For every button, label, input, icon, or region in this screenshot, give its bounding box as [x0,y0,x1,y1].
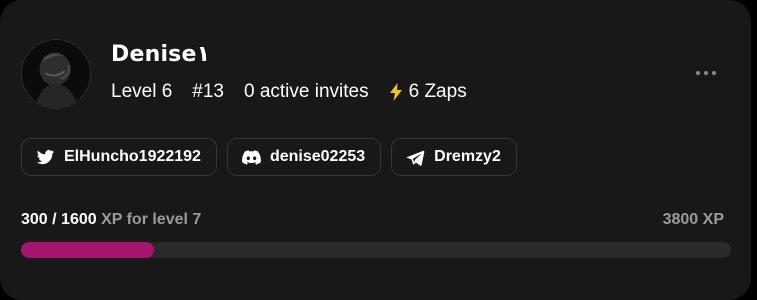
xp-total: 3800 XP [662,211,724,228]
level-text: Level 6 [111,81,173,102]
profile-card: Denise١ Level 6 #13 0 active invites 6 Z… [0,0,751,300]
xp-progress-bar [21,242,731,258]
twitter-icon [36,149,55,164]
zaps: 6 Zaps [389,81,487,103]
more-options-button[interactable] [690,62,722,84]
xp-progress-label: 300 / 1600 XP for level 7 [21,211,201,229]
xp-separator: / [47,211,62,228]
xp-current: 300 [21,211,48,228]
telegram-icon [406,150,425,166]
twitter-link[interactable]: ElHuncho1922192 [21,138,217,176]
invites-text: 0 active invites [243,81,369,102]
social-links: ElHuncho1922192 denise02253 Dremzy2 [21,138,527,176]
telegram-handle: Dremzy2 [434,148,501,165]
xp-suffix: XP for level 7 [96,211,202,228]
username: Denise١ [111,42,211,67]
discord-link[interactable]: denise02253 [226,138,382,176]
discord-handle: denise02253 [269,148,366,165]
twitter-handle: ElHuncho1922192 [64,148,201,165]
rank-text: #13 [192,81,224,102]
xp-target: 1600 [61,211,97,228]
zaps-text: 6 Zaps [408,81,467,102]
avatar[interactable] [21,39,91,109]
more-horizontal-icon [696,71,700,75]
profile-stats: Level 6 #13 0 active invites 6 Zaps [111,81,487,103]
lightning-icon [389,83,402,101]
xp-progress-fill [21,242,155,258]
telegram-link[interactable]: Dremzy2 [391,138,517,176]
discord-icon [242,149,261,165]
